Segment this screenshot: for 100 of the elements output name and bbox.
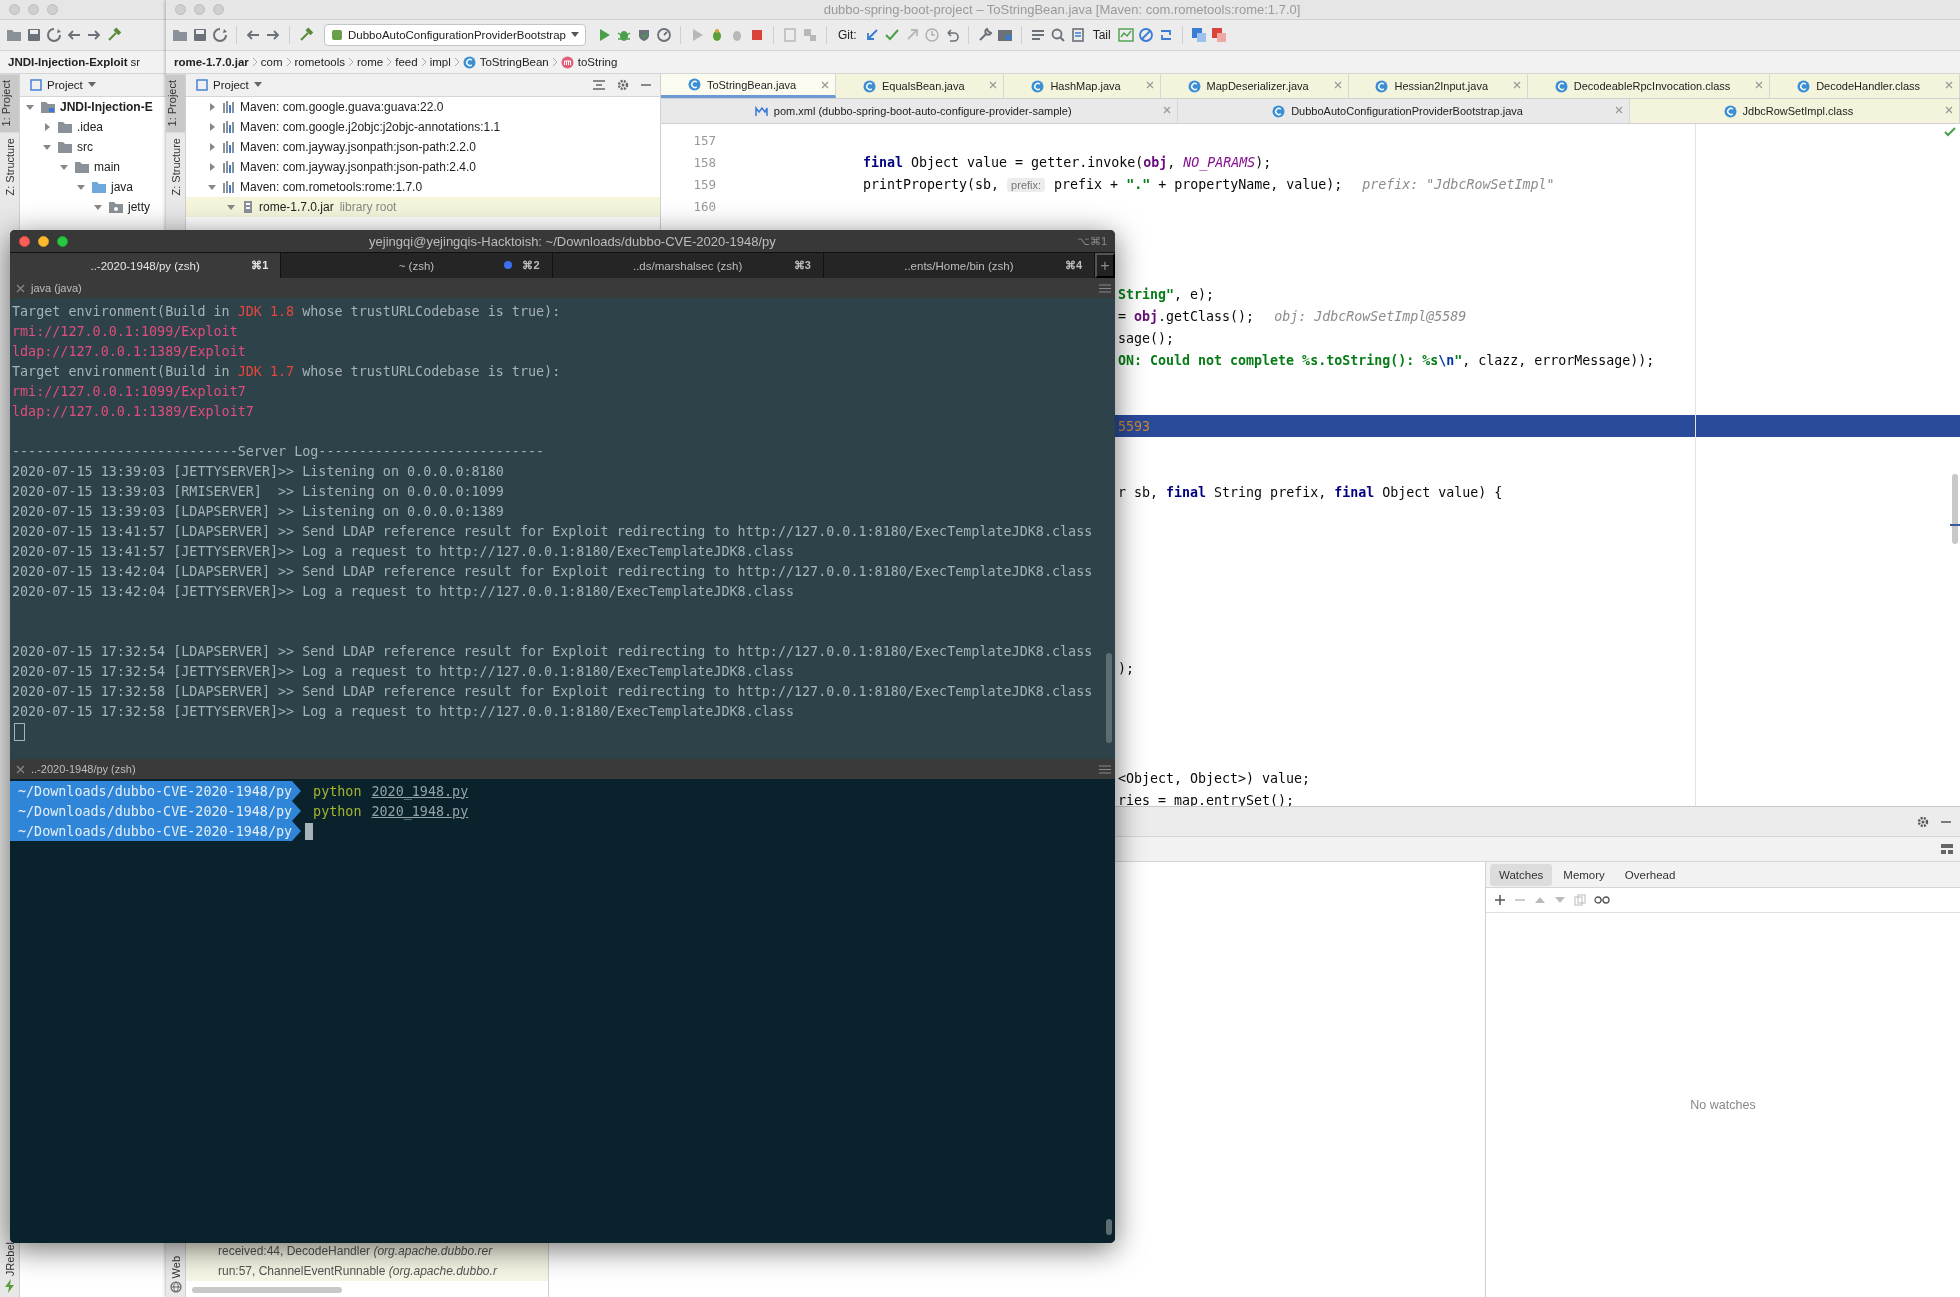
plus-icon[interactable] [1494,894,1506,906]
breadcrumb[interactable]: toString [560,55,618,69]
editor-tab[interactable]: Hessian2Input.java [1348,74,1528,98]
coverage-icon[interactable] [636,27,652,43]
save-icon[interactable] [192,27,208,43]
menu-icon[interactable] [1099,764,1111,774]
minimize-button[interactable] [38,235,49,247]
zoom-button[interactable] [57,235,68,247]
editor-tab[interactable]: DecodeHandler.class [1770,74,1960,98]
tree-item[interactable]: java [20,177,170,197]
breadcrumb[interactable]: sr [130,56,141,68]
settings-icon[interactable] [616,78,630,92]
tool-window-tab[interactable]: Z: Structure [169,132,182,202]
tree-item[interactable]: rome-1.7.0.jar library root [186,197,660,217]
editor-tab[interactable]: MapDeserializer.java [1160,74,1349,98]
breadcrumb[interactable]: rometools [294,56,346,68]
close-icon[interactable] [1333,81,1342,89]
sync-icon[interactable] [212,27,228,43]
folder-icon[interactable] [172,27,188,43]
close-icon[interactable] [16,764,25,774]
tree-item[interactable]: src [20,137,170,157]
save-icon[interactable] [26,27,42,43]
breadcrumb[interactable]: feed [395,56,418,68]
stop-icon[interactable] [749,27,765,43]
translate-icon[interactable] [1190,27,1207,43]
globe-icon[interactable] [169,1281,182,1293]
tree-item[interactable]: Maven: com.google.j2objc:j2objc-annotations:1.1 [186,117,660,137]
new-tab-button[interactable]: + [1095,253,1115,278]
editor-tab[interactable]: JdbcRowSetImpl.class [1629,99,1960,123]
editor-tab[interactable]: ToStringBean.java [661,74,837,98]
clock-icon[interactable] [923,27,940,43]
folder-grid-icon[interactable] [996,27,1013,43]
hammer-icon[interactable] [298,27,314,43]
editor-tab[interactable]: EqualsBean.java [836,74,1005,98]
close-icon[interactable] [821,81,830,89]
terminal-tab[interactable]: ..-2020-1948/py (zsh) ⌘1 [10,253,282,278]
tree-item[interactable]: jetty [20,197,170,217]
glasses-icon[interactable] [1594,895,1610,905]
close-button[interactable] [19,235,30,247]
hammer-icon[interactable] [106,27,122,43]
settings-icon[interactable] [1916,814,1930,829]
folder-icon[interactable] [6,27,22,43]
layout-icon[interactable] [1940,843,1954,855]
search-icon[interactable] [1049,27,1066,43]
run-configuration-dropdown[interactable]: DubboAutoConfigurationProviderBootstrap [324,24,586,46]
tail-button[interactable]: Tail [1089,28,1114,42]
scrollbar-thumb[interactable] [1952,474,1958,544]
breadcrumb[interactable]: impl [429,56,451,68]
watches-tab[interactable]: Watches [1490,863,1553,886]
list-icon[interactable] [1029,27,1046,43]
breadcrumb[interactable]: rome [357,56,384,68]
collapse-all-icon[interactable] [592,79,606,91]
watches-tab[interactable]: Overhead [1615,863,1685,886]
window-title: yejingqi@yejingqis-Hacktoish: ~/Downloads/dubbo-CVE-2020-1948/py [368,233,777,249]
close-icon[interactable] [1163,106,1172,114]
watches-tab[interactable]: Memory [1554,863,1614,886]
sync-icon[interactable] [46,27,62,43]
check-icon [1944,127,1956,137]
tree-item[interactable]: Maven: com.rometools:rome:1.7.0 [186,177,660,197]
profiler-icon[interactable] [656,27,672,43]
tool-window-tab[interactable]: 1: Project [0,74,19,133]
check-icon[interactable] [883,27,900,43]
document-icon[interactable] [1069,27,1086,43]
close-icon[interactable] [16,283,25,293]
breadcrumb[interactable]: ToStringBean [462,55,549,69]
scrollbar-thumb[interactable] [1106,653,1112,743]
tree-item[interactable]: Maven: com.jayway.jsonpath:json-path:2.2.0 [186,137,660,157]
close-icon[interactable] [989,81,998,89]
tree-item[interactable]: Maven: com.google.guava:guava:22.0 [186,97,660,117]
breadcrumb[interactable]: JNDI-Injection-Exploit [8,56,128,68]
tool-window-tab[interactable]: Web [169,1254,182,1279]
close-icon[interactable] [1614,106,1623,114]
line-number: 159 [692,176,717,192]
close-icon[interactable] [1145,81,1154,89]
menu-icon[interactable] [1099,283,1111,293]
no-entry-icon[interactable] [1137,27,1154,43]
chart-icon[interactable] [1117,27,1134,43]
stack-frame[interactable]: run:57, ChannelEventRunnable (org.apache.dubbo.r [186,1261,548,1281]
lightning-icon[interactable] [3,1279,16,1293]
close-icon[interactable] [1945,106,1953,114]
close-icon[interactable] [1512,81,1521,89]
stack-frame[interactable]: received:44, DecodeHandler (org.apache.dubbo.rer [186,1241,548,1261]
breadcrumb[interactable]: rome-1.7.0.jar [174,56,249,68]
tree-item[interactable]: Maven: com.jayway.jsonpath:json-path:2.4.0 [186,157,660,177]
scrollbar-thumb[interactable] [192,1287,342,1293]
terminal-line: 2020-07-15 13:39:03 [JETTYSERVER]>> Listening on 0.0.0.0:8180 [11,462,505,481]
editor-tab[interactable]: DecodeableRpcInvocation.class [1527,74,1771,98]
translate-icon[interactable] [1210,27,1227,43]
editor-tab[interactable]: HashMap.java [1004,74,1161,98]
tree-item[interactable]: main [20,157,170,177]
tool-window-tab[interactable]: JRebel [3,1240,16,1277]
window-title: dubbo-spring-boot-project – ToStringBean.java [Maven: com.rometools:rome:1.7.0] [822,2,1302,17]
terminal-line: Target environment(Build in JDK 1.8 whose trustURLCodebase is true): [11,302,562,321]
close-icon[interactable] [1755,81,1764,89]
close-icon[interactable] [1945,81,1954,89]
panel-title[interactable]: Project [196,79,262,91]
tool-window-tab[interactable]: Z: Structure [3,132,16,202]
scrollbar-thumb[interactable] [1106,1219,1112,1235]
breadcrumb[interactable]: com [260,56,283,68]
tool-window-tab[interactable]: 1: Project [166,74,185,133]
